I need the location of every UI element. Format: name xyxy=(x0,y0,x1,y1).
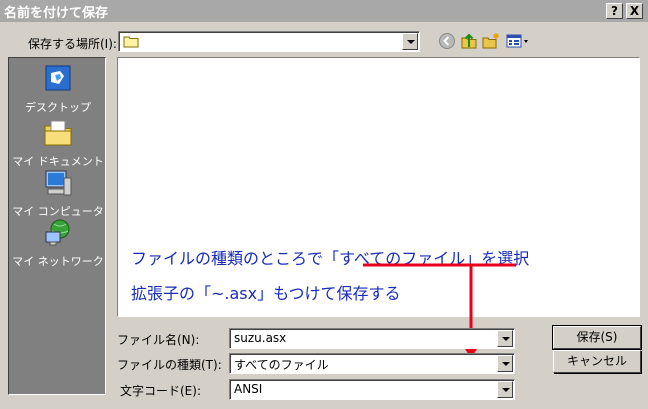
filename-input[interactable]: suzu.asx xyxy=(229,328,515,349)
cancel-button[interactable]: キャンセル xyxy=(553,350,641,373)
encoding-value: ANSI xyxy=(234,382,263,396)
encoding-select[interactable]: ANSI xyxy=(229,379,515,400)
filetype-select[interactable]: すべてのファイル xyxy=(229,353,515,374)
filetype-value: すべてのファイル xyxy=(234,358,329,372)
encoding-dropdown-button[interactable] xyxy=(497,381,513,398)
filetype-label: ファイルの種類(T): xyxy=(117,358,222,372)
filename-label: ファイル名(N): xyxy=(117,333,200,347)
filename-dropdown-button[interactable] xyxy=(497,330,513,347)
filename-value: suzu.asx xyxy=(234,331,287,345)
filetype-dropdown-button[interactable] xyxy=(497,355,513,372)
encoding-label: 文字コード(E): xyxy=(120,384,201,398)
save-button[interactable]: 保存(S) xyxy=(552,325,642,350)
